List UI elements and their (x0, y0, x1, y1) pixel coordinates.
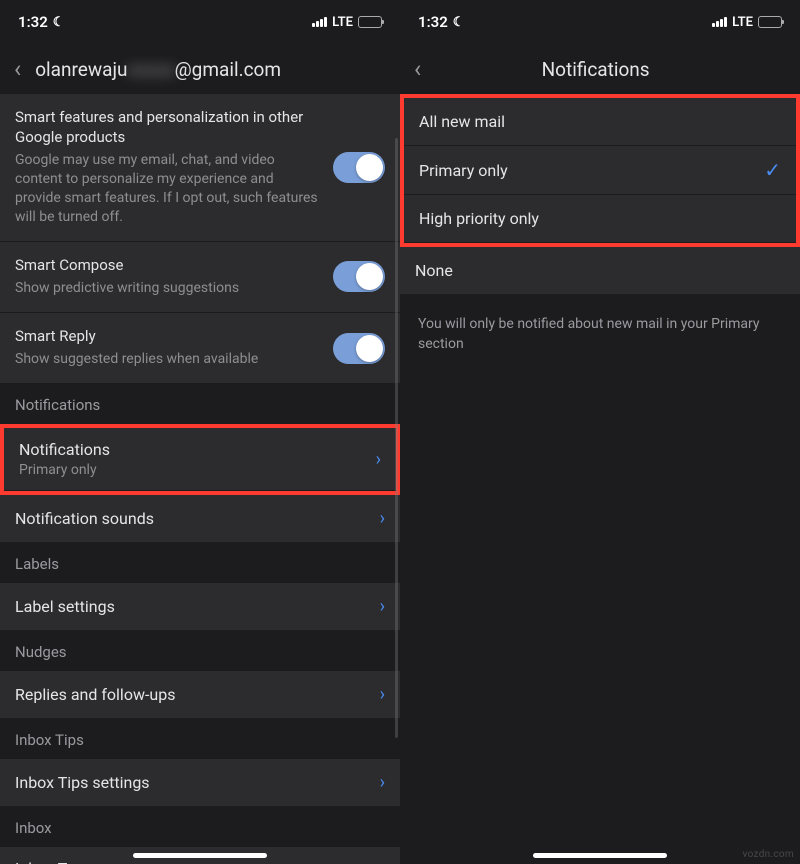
phone-left: 1:32 ☾ LTE ‹ olanrewajuxxxxx@gmail.com S… (0, 0, 400, 864)
smart-features-toggle[interactable] (333, 152, 385, 183)
smart-reply-row[interactable]: Smart Reply Show suggested replies when … (0, 313, 400, 384)
page-title: olanrewajuxxxxx@gmail.com (35, 58, 386, 81)
option-none[interactable]: None (400, 247, 800, 295)
do-not-disturb-icon: ☾ (453, 15, 465, 30)
settings-content: Smart features and personalization in ot… (0, 94, 400, 864)
chevron-right-icon: › (380, 508, 385, 529)
back-icon[interactable]: ‹ (414, 57, 421, 81)
notifications-title: Notifications (19, 440, 376, 459)
option-label: Primary only (419, 161, 508, 180)
smart-features-row[interactable]: Smart features and personalization in ot… (0, 94, 400, 242)
home-indicator[interactable] (133, 853, 267, 858)
status-time: 1:32 (418, 13, 448, 31)
option-high-priority[interactable]: High priority only (404, 195, 796, 243)
section-labels: Labels (0, 543, 400, 583)
replies-followups-row[interactable]: Replies and follow-ups › (0, 671, 400, 719)
option-primary-only[interactable]: Primary only ✓ (404, 146, 796, 195)
option-label: None (415, 261, 453, 280)
notifications-row[interactable]: Notifications Primary only › (4, 428, 396, 491)
status-bar: 1:32 ☾ LTE (0, 0, 400, 44)
chevron-right-icon: › (380, 596, 385, 617)
notifications-sub: Primary only (19, 462, 376, 478)
option-all-new-mail[interactable]: All new mail (404, 98, 796, 146)
smart-compose-toggle[interactable] (333, 261, 385, 292)
header: ‹ Notifications (400, 44, 800, 94)
do-not-disturb-icon: ☾ (53, 15, 65, 30)
smart-reply-desc: Show suggested replies when available (15, 350, 321, 369)
smart-compose-row[interactable]: Smart Compose Show predictive writing su… (0, 242, 400, 313)
smart-compose-title: Smart Compose (15, 256, 321, 276)
chevron-right-icon: › (380, 772, 385, 793)
inbox-tips-settings-row[interactable]: Inbox Tips settings › (0, 759, 400, 807)
watermark: vozdn.com (743, 849, 794, 860)
battery-icon (758, 16, 782, 28)
check-icon: ✓ (764, 158, 781, 182)
smart-features-title: Smart features and personalization in ot… (15, 108, 321, 147)
label-settings-title: Label settings (15, 597, 380, 616)
network-label: LTE (332, 15, 353, 30)
notification-sounds-row[interactable]: Notification sounds › (0, 495, 400, 543)
label-settings-row[interactable]: Label settings › (0, 583, 400, 631)
page-title: Notifications (435, 58, 786, 81)
hint-text: You will only be notified about new mail… (400, 295, 800, 374)
section-notifications: Notifications (0, 384, 400, 424)
option-label: All new mail (419, 112, 505, 131)
phone-right: 1:32 ☾ LTE ‹ Notifications All new mail … (400, 0, 800, 864)
status-bar: 1:32 ☾ LTE (400, 0, 800, 44)
smart-reply-toggle[interactable] (333, 333, 385, 364)
chevron-right-icon: › (380, 684, 385, 705)
smart-reply-title: Smart Reply (15, 327, 321, 347)
notification-sounds-title: Notification sounds (15, 509, 380, 528)
signal-icon (712, 17, 727, 27)
back-icon[interactable]: ‹ (14, 57, 21, 81)
smart-features-desc: Google may use my email, chat, and video… (15, 151, 321, 227)
section-nudges: Nudges (0, 631, 400, 671)
section-inbox: Inbox (0, 807, 400, 847)
header: ‹ olanrewajuxxxxx@gmail.com (0, 44, 400, 94)
notifications-content: All new mail Primary only ✓ High priorit… (400, 94, 800, 864)
smart-compose-desc: Show predictive writing suggestions (15, 279, 321, 298)
chevron-right-icon: › (376, 449, 381, 470)
option-label: High priority only (419, 209, 539, 228)
section-inbox-tips: Inbox Tips (0, 719, 400, 759)
redacted-text: xxxxx (127, 58, 174, 81)
inbox-tips-settings-title: Inbox Tips settings (15, 773, 380, 792)
home-indicator[interactable] (533, 853, 667, 858)
inbox-type-title: Inbox Type (15, 859, 380, 864)
battery-icon (358, 16, 382, 28)
highlight-notifications: Notifications Primary only › (0, 424, 400, 495)
replies-followups-title: Replies and follow-ups (15, 685, 380, 704)
scrollbar[interactable] (395, 138, 398, 738)
network-label: LTE (732, 15, 753, 30)
highlight-options: All new mail Primary only ✓ High priorit… (400, 94, 800, 247)
status-time: 1:32 (18, 13, 48, 31)
signal-icon (312, 17, 327, 27)
